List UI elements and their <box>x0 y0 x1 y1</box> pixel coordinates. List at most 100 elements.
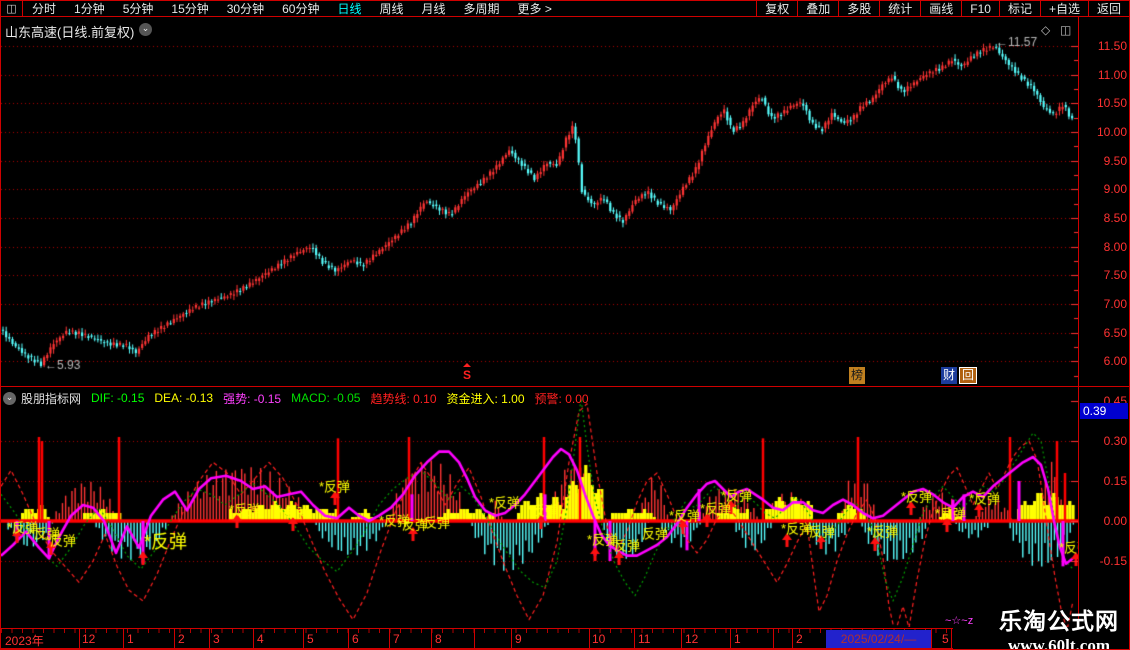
period-item-月线[interactable]: 月线 <box>413 1 455 17</box>
period-item-1分钟[interactable]: 1分钟 <box>65 1 114 17</box>
period-item-60分钟[interactable]: 60分钟 <box>273 1 328 17</box>
time-axis-divider <box>209 629 210 648</box>
indicator-param: MACD: -0.05 <box>291 391 361 405</box>
time-axis-label: 7 <box>393 632 400 646</box>
time-axis-label: 11 <box>638 632 651 646</box>
period-item-日线[interactable]: 日线 <box>328 1 370 17</box>
period-item-5分钟[interactable]: 5分钟 <box>114 1 163 17</box>
period-item-更多 >[interactable]: 更多 > <box>509 1 561 17</box>
decor-squiggle: ~☆~z <box>945 615 974 627</box>
price-axis-label: 7.00 <box>1103 296 1127 311</box>
price-axis-label: 9.00 <box>1103 182 1127 197</box>
time-axis-divider <box>681 629 682 648</box>
indicator-param: 趋势线: 0.10 <box>370 391 437 406</box>
time-axis-label: 1 <box>127 632 134 646</box>
window-split-icon[interactable]: ◫ <box>1 1 23 16</box>
time-axis-label: 3 <box>213 632 220 646</box>
tool-item-返回[interactable]: 返回 <box>1087 1 1129 16</box>
price-axis-label: 7.50 <box>1103 268 1127 283</box>
time-axis-label: 6 <box>352 632 359 646</box>
period-menu: 分时 1分钟 5分钟 15分钟 30分钟 60分钟 日线 周线 月线 多周期 更多 > <box>23 1 561 17</box>
indicator-axis-label: 0.00 <box>1103 514 1127 528</box>
tool-item-+自选[interactable]: +自选 <box>1039 1 1088 16</box>
time-axis-label: 2 <box>796 632 803 646</box>
price-axis-label: 11.00 <box>1097 67 1127 82</box>
indicator-param: 资金进入: 1.00 <box>446 391 525 406</box>
indicator-chart-canvas[interactable] <box>1 387 1078 627</box>
buyback-badge[interactable]: 回 <box>959 367 978 384</box>
time-axis-label: 10 <box>592 632 606 646</box>
time-axis-divider <box>951 629 952 648</box>
time-axis-label: 1 <box>734 632 741 646</box>
menu-bar: ◫ 分时 1分钟 5分钟 15分钟 30分钟 60分钟 日线 周线 月线 多周期 更多 > 复权 叠加… <box>1 1 1129 17</box>
price-axis-label: 8.00 <box>1103 239 1127 254</box>
tools-menu: 复权 叠加 多股 统计 画线 F10 标记 +自选 返回 <box>756 1 1129 16</box>
indicator-param: DIF: -0.15 <box>91 391 145 405</box>
tool-item-统计[interactable]: 统计 <box>879 1 920 16</box>
indicator-param: DEA: -0.13 <box>154 391 214 405</box>
time-axis-label: 4 <box>257 632 264 646</box>
up-triangle-icon <box>463 363 471 367</box>
watermark-site-url: www.60lt.com <box>1008 636 1110 650</box>
indicator-name: 股朋指标网 <box>21 391 82 406</box>
indicator-param: 预警: 0.00 <box>534 391 589 406</box>
time-axis-divider <box>773 629 774 648</box>
time-axis-divider <box>253 629 254 648</box>
time-axis-label: 5 <box>942 632 949 646</box>
time-axis-label: 12 <box>82 632 96 646</box>
time-axis-divider <box>431 629 432 648</box>
time-axis-divider <box>174 629 175 648</box>
tool-item-多股[interactable]: 多股 <box>838 1 879 16</box>
tool-item-画线[interactable]: 画线 <box>920 1 961 16</box>
time-axis-ticks <box>1 629 953 633</box>
watermark: 乐淘公式网 www.60lt.com <box>999 602 1119 650</box>
price-axis-label: 10.00 <box>1096 124 1127 139</box>
price-axis-label: 6.50 <box>1103 325 1127 340</box>
time-axis-divider <box>79 629 80 648</box>
selected-date-box: 2025/02/24/— <box>826 630 931 648</box>
time-axis-divider <box>348 629 349 648</box>
period-item-30分钟[interactable]: 30分钟 <box>218 1 273 17</box>
time-axis-divider <box>474 629 475 648</box>
time-axis-divider <box>589 629 590 648</box>
price-axis-label: 6.00 <box>1103 354 1127 369</box>
time-axis-label: 9 <box>515 632 522 646</box>
time-axis-label: 2023年 <box>5 634 44 648</box>
indicator-param: 强势: -0.15 <box>223 391 282 406</box>
price-axis-label: 8.50 <box>1103 210 1127 225</box>
app-window: ◫ 分时 1分钟 5分钟 15分钟 30分钟 60分钟 日线 周线 月线 多周期 更多 > 复权 叠加… <box>0 0 1130 650</box>
indicator-header: ⌄ 股朋指标网 DIF: -0.15 DEA: -0.13 强势: -0.15 MAC… <box>3 390 599 406</box>
candlestick-chart-canvas[interactable] <box>1 17 1078 386</box>
period-item-15分钟[interactable]: 15分钟 <box>162 1 217 17</box>
time-axis-divider <box>123 629 124 648</box>
indicator-axis-label: 0.30 <box>1103 433 1127 448</box>
time-axis-label: 8 <box>435 632 442 646</box>
chevron-down-icon[interactable]: ⌄ <box>3 391 16 405</box>
tool-item-标记[interactable]: 标记 <box>998 1 1040 16</box>
price-axis-label: 11.50 <box>1097 39 1127 53</box>
time-axis-divider <box>389 629 390 648</box>
tool-item-复权[interactable]: 复权 <box>756 1 797 16</box>
rank-badge[interactable]: 榜 <box>849 367 866 384</box>
sell-mark[interactable]: S <box>463 363 471 384</box>
price-axis-label: 9.50 <box>1103 153 1127 168</box>
time-axis[interactable]: 2023年 12 1 2 3 4 5 6 7 8 9 10 11 12 1 2 5 2025/02/24/— <box>1 628 953 649</box>
time-axis-label: 2 <box>178 632 185 646</box>
indicator-axis-label: -0.15 <box>1099 554 1127 568</box>
indicator-axis-label: 0.15 <box>1103 473 1127 488</box>
price-axis-label: 10.50 <box>1096 96 1127 111</box>
tool-item-F10[interactable]: F10 <box>961 1 999 16</box>
period-item-周线[interactable]: 周线 <box>370 1 412 17</box>
axis-separator-line <box>1078 17 1079 627</box>
watermark-site-name: 乐淘公式网 <box>999 608 1119 634</box>
finance-report-badge[interactable]: 财 <box>941 367 958 384</box>
time-axis-divider <box>730 629 731 648</box>
time-axis-label: 5 <box>307 632 314 646</box>
time-axis-label: 12 <box>685 632 699 646</box>
period-item-多周期[interactable]: 多周期 <box>455 1 509 17</box>
time-axis-divider <box>303 629 304 648</box>
time-axis-divider <box>931 629 932 648</box>
tool-item-叠加[interactable]: 叠加 <box>797 1 838 16</box>
time-axis-divider <box>634 629 635 648</box>
period-item-分时[interactable]: 分时 <box>23 1 65 17</box>
